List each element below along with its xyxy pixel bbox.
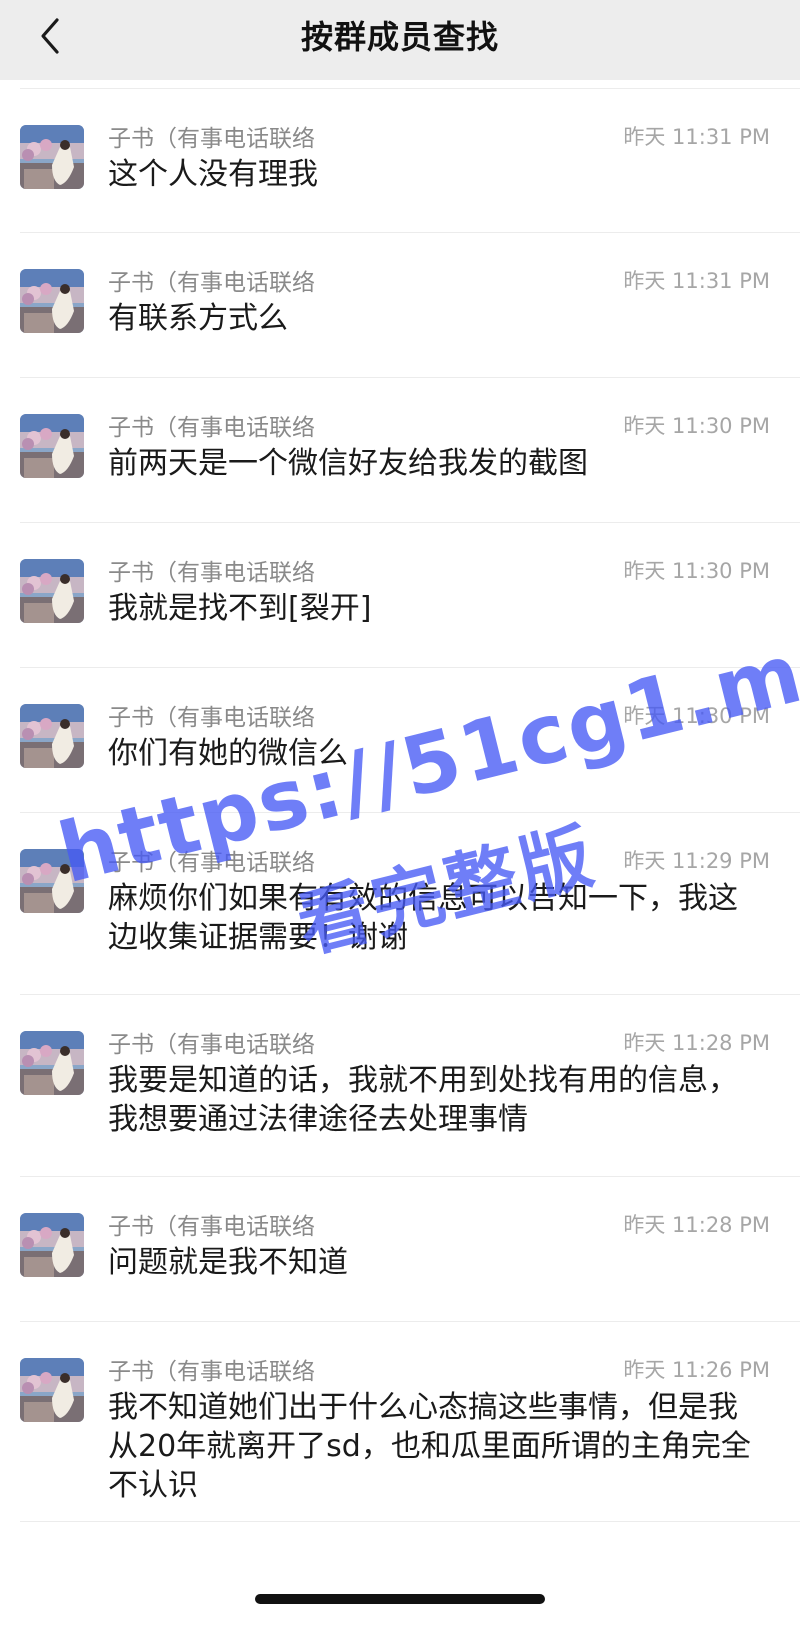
avatar[interactable] — [20, 559, 84, 623]
chevron-left-icon — [41, 18, 59, 54]
avatar[interactable] — [20, 125, 84, 189]
message-time: 昨天 11:30 PM — [623, 559, 770, 583]
message-row[interactable]: 子书（有事电话联络 昨天 11:30 PM 你们有她的微信么 — [20, 668, 800, 813]
sender-name: 子书（有事电话联络 — [108, 270, 315, 296]
message-time: 昨天 11:31 PM — [623, 125, 770, 149]
avatar[interactable] — [20, 1031, 84, 1095]
message-time: 昨天 11:31 PM — [623, 269, 770, 293]
avatar-image — [20, 704, 84, 768]
sender-name: 子书（有事电话联络 — [108, 1214, 315, 1240]
message-row[interactable]: 子书（有事电话联络 昨天 11:30 PM 前两天是一个微信好友给我发的截图 — [20, 378, 800, 523]
sender-name: 子书（有事电话联络 — [108, 850, 315, 876]
avatar[interactable] — [20, 414, 84, 478]
avatar[interactable] — [20, 269, 84, 333]
message-row[interactable]: 子书（有事电话联络 昨天 11:26 PM 我不知道她们出于什么心态搞这些事情，但是… — [20, 1322, 800, 1522]
avatar-image — [20, 559, 84, 623]
avatar-image — [20, 125, 84, 189]
sender-name: 子书（有事电话联络 — [108, 705, 315, 731]
home-indicator — [255, 1594, 545, 1604]
sender-name: 子书（有事电话联络 — [108, 560, 315, 586]
message-time: 昨天 11:28 PM — [623, 1031, 770, 1055]
avatar-image — [20, 1213, 84, 1277]
message-row[interactable]: 子书（有事电话联络 昨天 11:31 PM 有联系方式么 — [20, 233, 800, 378]
sender-name: 子书（有事电话联络 — [108, 126, 315, 152]
message-text: 我不知道她们出于什么心态搞这些事情，但是我从20年就离开了sd，也和瓜里面所谓的… — [108, 1390, 751, 1503]
message-time: 昨天 11:28 PM — [623, 1213, 770, 1237]
message-row[interactable]: 子书（有事电话联络 昨天 11:30 PM 我就是找不到[裂开] — [20, 523, 800, 668]
message-time: 昨天 11:26 PM — [623, 1358, 770, 1382]
sender-name: 子书（有事电话联络 — [108, 1359, 315, 1385]
message-time: 昨天 11:30 PM — [623, 704, 770, 728]
message-text: 有联系方式么 — [108, 301, 288, 336]
message-row[interactable]: 子书（有事电话联络 昨天 11:28 PM 问题就是我不知道 — [20, 1177, 800, 1322]
avatar[interactable] — [20, 1213, 84, 1277]
avatar-image — [20, 849, 84, 913]
sender-name: 子书（有事电话联络 — [108, 1032, 315, 1058]
message-row[interactable]: 子书（有事电话联络 昨天 11:29 PM 麻烦你们如果有有效的信息可以告知一下，我… — [20, 813, 800, 995]
message-text: 我就是找不到[裂开] — [108, 591, 372, 626]
sender-name: 子书（有事电话联络 — [108, 415, 315, 441]
avatar-image — [20, 1031, 84, 1095]
avatar[interactable] — [20, 1358, 84, 1422]
message-row[interactable]: 子书（有事电话联络 昨天 11:28 PM 我要是知道的话，我就不用到处找有用的信息… — [20, 995, 800, 1177]
avatar-image — [20, 1358, 84, 1422]
message-text: 问题就是我不知道 — [108, 1245, 348, 1280]
avatar-image — [20, 269, 84, 333]
back-button[interactable] — [28, 14, 72, 58]
navigation-bar: 按群成员查找 — [0, 0, 800, 80]
avatar[interactable] — [20, 849, 84, 913]
avatar-image — [20, 414, 84, 478]
message-time: 昨天 11:29 PM — [623, 849, 770, 873]
message-list: 子书（有事电话联络 昨天 11:31 PM 这个人没有理我 子书（有事电话联络 昨天 … — [0, 88, 800, 1522]
message-text: 麻烦你们如果有有效的信息可以告知一下，我这边收集证据需要！谢谢 — [108, 881, 738, 955]
message-text: 你们有她的微信么 — [108, 736, 348, 771]
message-time: 昨天 11:30 PM — [623, 414, 770, 438]
avatar[interactable] — [20, 704, 84, 768]
message-row[interactable]: 子书（有事电话联络 昨天 11:31 PM 这个人没有理我 — [20, 88, 800, 233]
page-title: 按群成员查找 — [300, 18, 499, 56]
message-text: 我要是知道的话，我就不用到处找有用的信息，我想要通过法律途径去处理事情 — [108, 1063, 738, 1137]
message-text: 前两天是一个微信好友给我发的截图 — [108, 446, 588, 481]
message-text: 这个人没有理我 — [108, 157, 318, 192]
